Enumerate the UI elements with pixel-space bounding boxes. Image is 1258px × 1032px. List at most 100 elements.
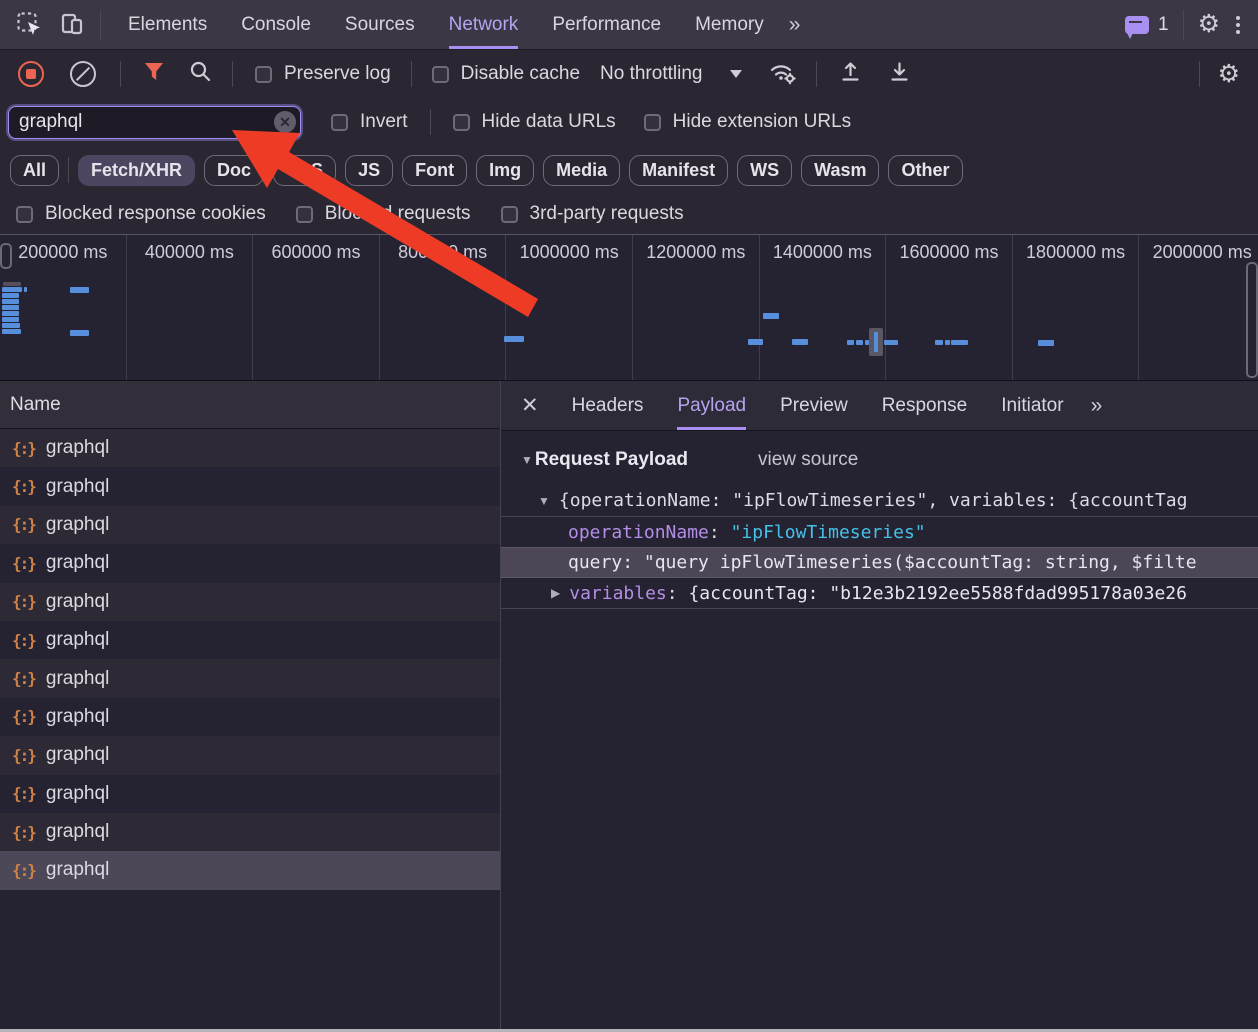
filter-input[interactable] — [8, 106, 301, 139]
invert-checkbox[interactable]: Invert — [331, 111, 408, 133]
table-row[interactable]: {:}graphql — [0, 506, 500, 544]
inspect-element-button[interactable] — [16, 0, 43, 49]
disable-cache-checkbox[interactable]: Disable cache — [432, 63, 580, 85]
payload-row[interactable]: ▼{operationName: "ipFlowTimeseries", var… — [501, 485, 1258, 516]
divider — [232, 61, 233, 87]
timeline-segment: 2000000 ms — [1139, 235, 1258, 380]
pill-media[interactable]: Media — [543, 155, 620, 186]
details-tab-payload[interactable]: Payload — [677, 381, 746, 430]
collapse-triangle-icon: ▼ — [521, 453, 533, 467]
payload-row[interactable]: operationName: "ipFlowTimeseries" — [501, 516, 1258, 547]
issues-counter[interactable]: 1 — [1125, 0, 1169, 49]
network-overview-timeline[interactable]: 200000 ms400000 ms600000 ms800000 ms1000… — [0, 234, 1258, 382]
filter-toggle-button[interactable] — [142, 60, 166, 88]
tab-network[interactable]: Network — [449, 0, 519, 49]
preserve-log-label: Preserve log — [284, 63, 391, 85]
export-har-button[interactable] — [888, 60, 911, 89]
hide-extension-urls-checkbox[interactable]: Hide extension URLs — [644, 111, 851, 133]
overview-right-scroll-thumb[interactable] — [1246, 262, 1258, 378]
pill-img[interactable]: Img — [476, 155, 534, 186]
overview-request-bar — [1038, 340, 1054, 346]
tab-performance[interactable]: Performance — [552, 0, 661, 49]
record-network-log-button[interactable] — [18, 61, 44, 87]
pill-other[interactable]: Other — [888, 155, 962, 186]
preserve-log-checkbox[interactable]: Preserve log — [255, 63, 391, 85]
details-tab-preview[interactable]: Preview — [780, 381, 848, 430]
tab-elements[interactable]: Elements — [128, 0, 207, 49]
panel-tabs: Elements Console Sources Network Performance… — [111, 0, 781, 49]
request-payload-section[interactable]: ▼ Request Payload view source — [501, 445, 1258, 475]
tab-console[interactable]: Console — [241, 0, 311, 49]
table-row[interactable]: {:}graphql — [0, 659, 500, 697]
blocked-requests-checkbox[interactable]: Blocked requests — [296, 203, 471, 225]
pill-font[interactable]: Font — [402, 155, 467, 186]
name-column-header[interactable]: Name — [0, 381, 500, 429]
table-row[interactable]: {:}graphql — [0, 775, 500, 813]
pill-css[interactable]: CSS — [273, 155, 336, 186]
more-details-tabs-button[interactable]: » — [1091, 381, 1101, 430]
requests-table: Name {:}graphql{:}graphql{:}graphql{:}gr… — [0, 381, 501, 1029]
request-name: graphql — [46, 821, 109, 843]
settings-button[interactable]: ⚙ — [1198, 0, 1220, 49]
pill-doc[interactable]: Doc — [204, 155, 264, 186]
details-tab-initiator[interactable]: Initiator — [1001, 381, 1063, 430]
network-conditions-button[interactable] — [768, 59, 798, 90]
hide-data-urls-checkbox[interactable]: Hide data URLs — [453, 111, 616, 133]
clear-network-log-button[interactable] — [70, 61, 96, 87]
close-details-button[interactable]: ✕ — [521, 381, 539, 430]
timeline-segment: 1400000 ms — [760, 235, 887, 380]
chevron-double-right-icon: » — [1091, 394, 1101, 418]
pill-wasm[interactable]: Wasm — [801, 155, 879, 186]
3rd-party-requests-checkbox[interactable]: 3rd-party requests — [501, 203, 684, 225]
tab-memory[interactable]: Memory — [695, 0, 764, 49]
overview-request-bar — [70, 330, 89, 336]
network-settings-button[interactable]: ⚙ — [1218, 62, 1240, 87]
table-row[interactable]: {:}graphql — [0, 621, 500, 659]
table-row[interactable]: {:}graphql — [0, 736, 500, 774]
pill-all[interactable]: All — [10, 155, 59, 186]
pill-manifest[interactable]: Manifest — [629, 155, 728, 186]
table-row[interactable]: {:}graphql — [0, 583, 500, 621]
overview-request-bar — [856, 340, 863, 345]
tab-sources[interactable]: Sources — [345, 0, 415, 49]
customize-devtools-button[interactable] — [1236, 0, 1240, 49]
payload-row[interactable]: query: "query ipFlowTimeseries($accountT… — [501, 547, 1258, 578]
collapsed-triangle-icon[interactable]: ▶ — [551, 586, 560, 600]
search-icon — [189, 60, 212, 83]
blocked-response-cookies-label: Blocked response cookies — [45, 203, 266, 225]
request-details-panel: ✕ Headers Payload Preview Response Initiator… — [501, 381, 1258, 1029]
checkbox-icon — [331, 114, 348, 131]
table-row[interactable]: {:}graphql — [0, 544, 500, 582]
invert-label: Invert — [360, 111, 408, 133]
table-row[interactable]: {:}graphql — [0, 429, 500, 467]
table-row[interactable]: {:}graphql — [0, 851, 500, 889]
overview-marker-tick — [874, 332, 878, 352]
table-row[interactable]: {:}graphql — [0, 698, 500, 736]
details-tab-headers[interactable]: Headers — [572, 381, 644, 430]
blocked-response-cookies-checkbox[interactable]: Blocked response cookies — [16, 203, 266, 225]
import-har-button[interactable] — [839, 60, 862, 89]
payload-value: {accountTag: "b12e3b2192ee5588fdad995178… — [688, 583, 1187, 604]
pill-js[interactable]: JS — [345, 155, 393, 186]
timeline-tick-label: 800000 ms — [380, 242, 506, 263]
details-tab-response[interactable]: Response — [882, 381, 968, 430]
search-button[interactable] — [189, 60, 212, 88]
throttling-select[interactable]: No throttling — [600, 63, 742, 85]
checkbox-icon — [644, 114, 661, 131]
json-request-icon: {:} — [12, 477, 35, 496]
overview-left-scroll-thumb[interactable] — [0, 243, 12, 269]
request-name: graphql — [46, 437, 109, 459]
table-row[interactable]: {:}graphql — [0, 467, 500, 505]
view-source-link[interactable]: view source — [758, 449, 858, 471]
table-row[interactable]: {:}graphql — [0, 813, 500, 851]
pill-ws[interactable]: WS — [737, 155, 792, 186]
payload-separator: : — [667, 583, 689, 604]
timeline-segment: 400000 ms — [127, 235, 254, 380]
toggle-device-toolbar-button[interactable] — [59, 0, 86, 49]
expanded-triangle-icon[interactable]: ▼ — [538, 494, 550, 508]
request-rows: {:}graphql{:}graphql{:}graphql{:}graphql… — [0, 429, 500, 890]
pill-fetch-xhr[interactable]: Fetch/XHR — [78, 155, 195, 186]
clear-filter-button[interactable]: ✕ — [274, 111, 296, 133]
more-panels-button[interactable]: » — [789, 0, 799, 49]
payload-row[interactable]: ▶variables: {accountTag: "b12e3b2192ee55… — [501, 578, 1258, 609]
